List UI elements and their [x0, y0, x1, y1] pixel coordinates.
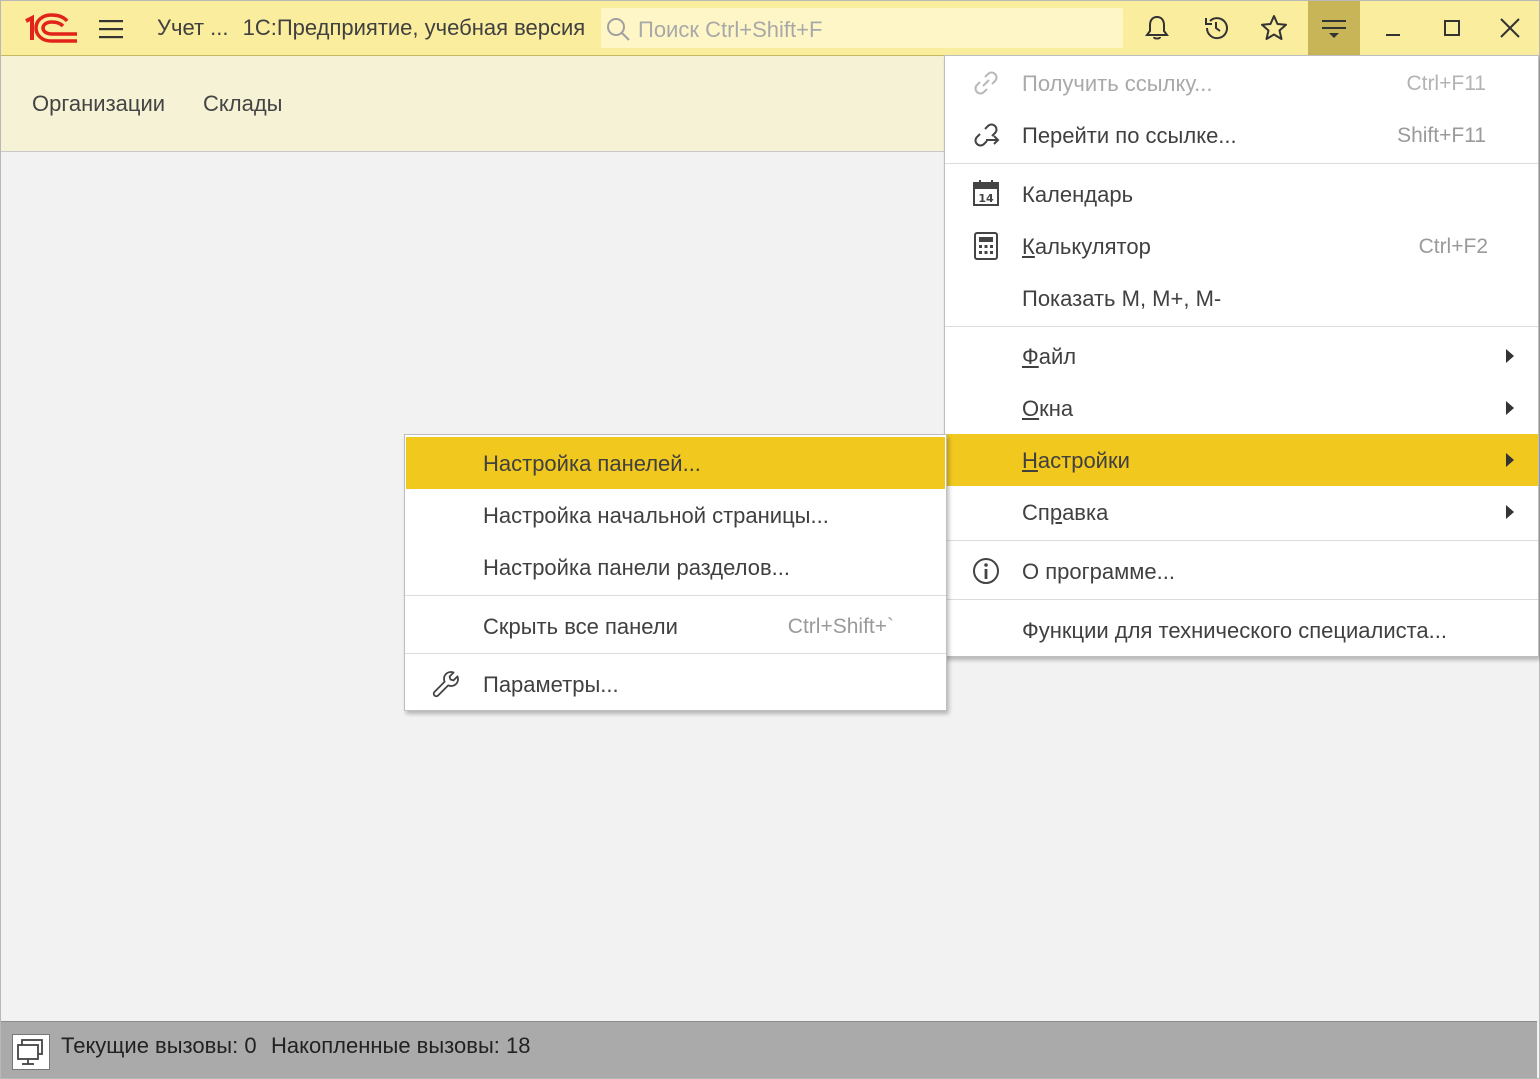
favorites-button[interactable] — [1246, 1, 1302, 56]
calculator-icon — [974, 232, 998, 260]
menu-item-help-label: Справка — [1022, 500, 1108, 526]
submenu-item-panels-setup[interactable]: Настройка панелей... — [406, 437, 945, 489]
menu-item-settings-rest: астройки — [1037, 448, 1130, 473]
title-bar: Учет ... 1С:Предприятие, учебная версия … — [1, 1, 1539, 56]
close-icon — [1500, 18, 1520, 38]
calendar-icon-day: 14 — [978, 192, 994, 205]
menu-item-calculator-rest: алькулятор — [1034, 234, 1151, 259]
accumulated-calls-text: Накопленные вызовы: 18 — [271, 1033, 531, 1058]
1c-logo-icon[interactable] — [23, 12, 79, 44]
maximize-button[interactable] — [1424, 1, 1480, 56]
menu-item-calculator-label: Калькулятор — [1022, 234, 1151, 260]
minimize-button[interactable] — [1365, 1, 1421, 56]
submenu-item-home-page-setup-label: Настройка начальной страницы... — [483, 503, 829, 528]
menu-item-show-m[interactable]: Показать M, M+, M- — [945, 272, 1538, 324]
menu-item-calculator-accel: К — [1022, 234, 1035, 259]
submenu-item-sections-panel-setup[interactable]: Настройка панели разделов... — [405, 541, 946, 593]
app-title-full: 1С:Предприятие, учебная версия — [242, 15, 586, 40]
menu-item-calendar[interactable]: 14 Календарь — [945, 168, 1538, 220]
menu-item-go-to-link-label: Перейти по ссылке... — [1022, 123, 1237, 148]
submenu-item-panels-setup-label: Настройка панелей... — [483, 451, 701, 476]
search-input[interactable]: Поиск Ctrl+Shift+F — [601, 8, 1123, 48]
menu-separator — [405, 595, 946, 596]
menu-item-help[interactable]: Справка — [945, 486, 1538, 538]
star-icon — [1261, 15, 1287, 40]
menu-separator — [945, 326, 1538, 327]
menu-item-go-to-link-shortcut: Shift+F11 — [1397, 124, 1486, 147]
menu-item-windows-rest: кна — [1039, 396, 1074, 421]
monitor-icon[interactable] — [12, 1034, 50, 1070]
menu-item-windows-label: Окна — [1022, 396, 1073, 422]
section-warehouses[interactable]: Склады — [203, 91, 282, 117]
menu-item-help-accel: р — [1049, 500, 1063, 525]
main-menu-icon — [1322, 20, 1346, 38]
menu-item-file[interactable]: Файл — [945, 330, 1538, 382]
submenu-item-hide-all-panels-shortcut: Ctrl+Shift+` — [787, 615, 894, 638]
main-menu: Получить ссылку... Ctrl+F11 Перейти по с… — [944, 55, 1539, 657]
wrench-icon — [432, 671, 459, 698]
menu-item-windows-accel: О — [1022, 396, 1040, 421]
close-button[interactable] — [1482, 1, 1538, 56]
submenu-item-hide-all-panels[interactable]: Скрыть все панели Ctrl+Shift+` — [405, 600, 946, 652]
status-bar: Текущие вызовы: 0 Накопленные вызовы: 18 — [1, 1021, 1537, 1078]
menu-item-settings-label: Настройки — [1022, 448, 1130, 474]
notifications-button[interactable] — [1129, 1, 1185, 56]
sections-panel: Организации Склады — [1, 56, 945, 152]
menu-separator — [405, 653, 946, 654]
submenu-item-sections-panel-setup-label: Настройка панели разделов... — [483, 555, 790, 580]
menu-item-show-m-label: Показать M, M+, M- — [1022, 286, 1222, 311]
history-button[interactable] — [1188, 1, 1244, 56]
menu-separator — [945, 163, 1538, 164]
current-calls-text: Текущие вызовы: 0 — [61, 1033, 257, 1058]
menu-item-settings[interactable]: Настройки — [945, 434, 1538, 486]
submenu-arrow-icon — [1506, 505, 1514, 519]
menu-item-calculator-shortcut: Ctrl+F2 — [1418, 235, 1488, 258]
menu-item-file-accel: Ф — [1022, 344, 1039, 369]
menu-item-help-rest: авка — [1062, 500, 1109, 525]
menu-separator — [945, 599, 1538, 600]
submenu-item-hide-all-panels-label: Скрыть все панели — [483, 614, 678, 639]
history-icon — [1205, 17, 1228, 40]
menu-item-tech-functions-label: Функции для технического специалиста... — [1022, 618, 1448, 643]
link-icon — [974, 71, 998, 95]
menu-item-windows[interactable]: Окна — [945, 382, 1538, 434]
menu-item-get-link[interactable]: Получить ссылку... Ctrl+F11 — [945, 57, 1538, 109]
info-icon — [973, 558, 999, 584]
hamburger-menu-icon[interactable] — [97, 15, 125, 43]
submenu-arrow-icon — [1506, 453, 1514, 467]
submenu-item-parameters[interactable]: Параметры... — [405, 658, 946, 710]
menu-separator — [945, 540, 1538, 541]
menu-item-tech-functions[interactable]: Функции для технического специалиста... — [945, 604, 1538, 656]
menu-item-file-rest: айл — [1038, 344, 1077, 369]
menu-item-file-label: Файл — [1022, 344, 1076, 370]
minimize-icon — [1386, 34, 1400, 36]
menu-item-get-link-shortcut: Ctrl+F11 — [1406, 72, 1486, 95]
menu-item-calculator[interactable]: Калькулятор Ctrl+F2 — [945, 220, 1538, 272]
go-link-icon — [974, 123, 1000, 147]
search-icon — [607, 18, 630, 41]
maximize-icon — [1444, 20, 1460, 36]
menu-item-about[interactable]: О программе... — [945, 545, 1538, 597]
menu-item-about-label: О программе... — [1022, 559, 1175, 584]
bell-icon — [1145, 15, 1169, 40]
submenu-item-home-page-setup[interactable]: Настройка начальной страницы... — [405, 489, 946, 541]
calendar-icon: 14 — [973, 180, 999, 206]
main-menu-button[interactable] — [1308, 1, 1360, 56]
submenu-arrow-icon — [1506, 349, 1514, 363]
menu-item-calendar-label: Календарь — [1022, 182, 1134, 207]
app-title-short: Учет ... — [157, 15, 229, 40]
submenu-arrow-icon — [1506, 401, 1514, 415]
app-title: Учет ... 1С:Предприятие, учебная версия — [157, 15, 585, 41]
menu-item-go-to-link[interactable]: Перейти по ссылке... Shift+F11 — [945, 109, 1538, 161]
menu-item-get-link-label: Получить ссылку... — [1022, 71, 1213, 96]
search-placeholder: Поиск Ctrl+Shift+F — [638, 17, 823, 42]
section-organizations[interactable]: Организации — [32, 91, 165, 117]
menu-item-settings-accel: Н — [1022, 448, 1038, 473]
submenu-item-parameters-label: Параметры... — [483, 672, 619, 697]
settings-submenu: Настройка панелей... Настройка начальной… — [404, 434, 947, 711]
menu-item-help-pre: Сп — [1022, 500, 1050, 525]
